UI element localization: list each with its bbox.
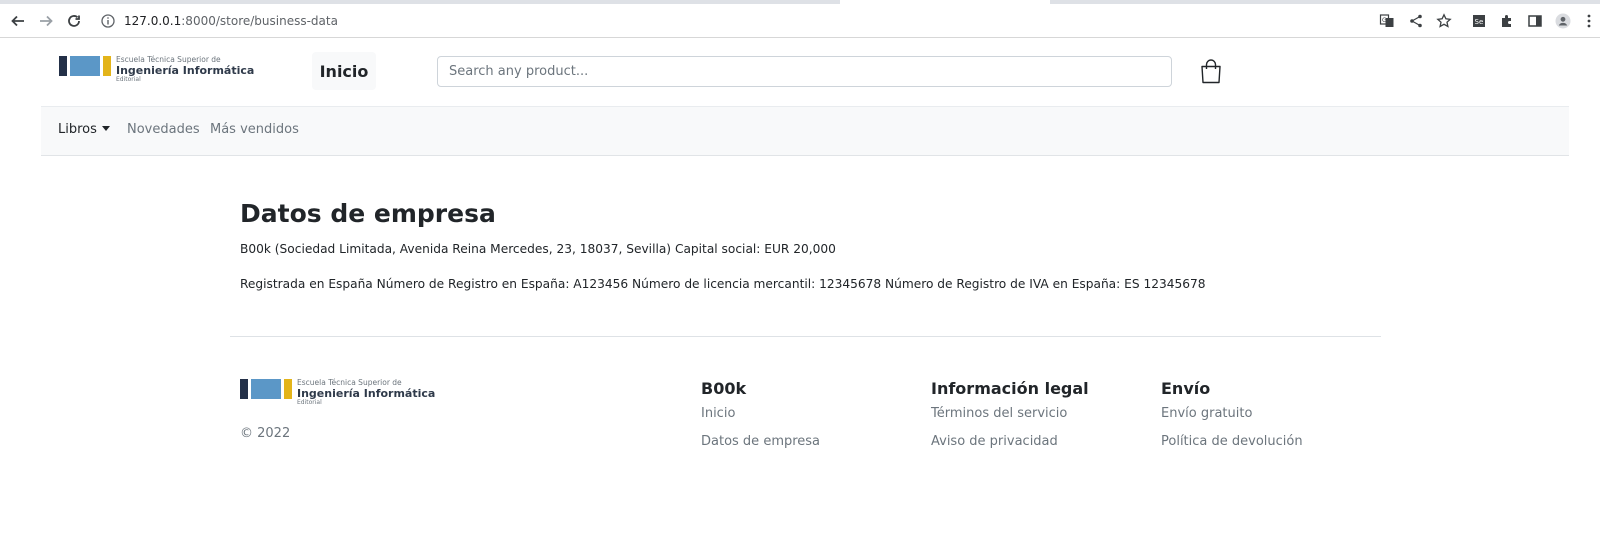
- forward-arrow-icon[interactable]: [35, 10, 57, 32]
- url-text[interactable]: 127.0.0.1:8000/store/business-data: [124, 14, 338, 28]
- reload-icon[interactable]: [63, 10, 85, 32]
- footer-column-envio: Envío Envío gratuito Política de devoluc…: [1161, 379, 1303, 462]
- logo-bar-blue: [70, 56, 100, 76]
- company-info-paragraph: B00k (Sociedad Limitada, Avenida Reina M…: [240, 242, 836, 256]
- footer-link-privacidad[interactable]: Aviso de privacidad: [931, 434, 1089, 462]
- footer-link-datos-empresa[interactable]: Datos de empresa: [701, 434, 820, 462]
- translate-icon[interactable]: G: [1376, 10, 1398, 32]
- nav-libros-label: Libros: [58, 122, 97, 137]
- copyright: © 2022: [240, 426, 291, 441]
- footer-logo-line-1: Escuela Técnica Superior de: [297, 378, 402, 387]
- footer-logo-mark: [240, 379, 292, 399]
- logo-bar-yellow: [103, 56, 111, 76]
- puzzle-icon[interactable]: [1496, 10, 1518, 32]
- footer-logo-line-2: Ingeniería Informática: [297, 386, 436, 400]
- footer-column-title: Envío: [1161, 379, 1211, 398]
- svg-text:G: G: [1382, 17, 1387, 24]
- svg-text:Se: Se: [1475, 18, 1484, 26]
- search-input[interactable]: [437, 56, 1172, 87]
- info-icon[interactable]: [100, 13, 116, 29]
- footer-logo[interactable]: Escuela Técnica Superior de Ingeniería I…: [240, 379, 435, 406]
- profile-icon[interactable]: [1552, 10, 1574, 32]
- footer-logo-bar-yellow: [284, 379, 292, 399]
- logo-mark: [59, 56, 111, 76]
- nav-libros-dropdown[interactable]: Libros: [58, 122, 110, 137]
- footer-link-terminos[interactable]: Términos del servicio: [931, 406, 1089, 434]
- logo-bar-dark: [59, 56, 67, 76]
- category-navbar: Libros Novedades Más vendidos: [41, 106, 1569, 156]
- site-header: Escuela Técnica Superior de Ingeniería I…: [41, 38, 1569, 106]
- footer-column-title: Información legal: [931, 379, 1089, 398]
- browser-toolbar: 127.0.0.1:8000/store/business-data G Se: [0, 4, 1600, 38]
- footer-column-b00k: B00k Inicio Datos de empresa: [701, 379, 820, 462]
- logo-text: Escuela Técnica Superior de Ingeniería I…: [116, 56, 254, 83]
- share-icon[interactable]: [1405, 10, 1427, 32]
- site-logo[interactable]: Escuela Técnica Superior de Ingeniería I…: [59, 56, 254, 83]
- logo-line-2: Ingeniería Informática: [116, 63, 255, 77]
- logo-line-3: Editorial: [116, 75, 141, 83]
- footer-divider: [230, 336, 1381, 337]
- page-title: Datos de empresa: [240, 199, 496, 228]
- selenium-extension-icon[interactable]: Se: [1468, 10, 1490, 32]
- star-icon[interactable]: [1433, 10, 1455, 32]
- footer-column-title: B00k: [701, 379, 747, 398]
- home-button[interactable]: Inicio: [312, 52, 376, 90]
- footer-logo-bar-dark: [240, 379, 248, 399]
- address-bar[interactable]: 127.0.0.1:8000/store/business-data: [100, 10, 338, 32]
- footer-column-legal: Información legal Términos del servicio …: [931, 379, 1089, 462]
- footer-logo-text: Escuela Técnica Superior de Ingeniería I…: [297, 379, 435, 406]
- nav-novedades-link[interactable]: Novedades: [127, 122, 200, 137]
- footer-link-envio-gratuito[interactable]: Envío gratuito: [1161, 406, 1303, 434]
- registration-info-paragraph: Registrada en España Número de Registro …: [240, 277, 1206, 291]
- sidebar-icon[interactable]: [1524, 10, 1546, 32]
- footer-logo-bar-blue: [251, 379, 281, 399]
- back-arrow-icon[interactable]: [7, 10, 29, 32]
- footer-link-devolucion[interactable]: Política de devolución: [1161, 434, 1303, 462]
- footer-link-inicio[interactable]: Inicio: [701, 406, 820, 434]
- shopping-bag-icon[interactable]: [1199, 58, 1223, 84]
- footer-logo-line-3: Editorial: [297, 398, 322, 406]
- nav-mas-vendidos-link[interactable]: Más vendidos: [210, 122, 299, 137]
- logo-line-1: Escuela Técnica Superior de: [116, 55, 221, 64]
- chevron-down-icon: [101, 126, 110, 131]
- kebab-menu-icon[interactable]: [1578, 10, 1600, 32]
